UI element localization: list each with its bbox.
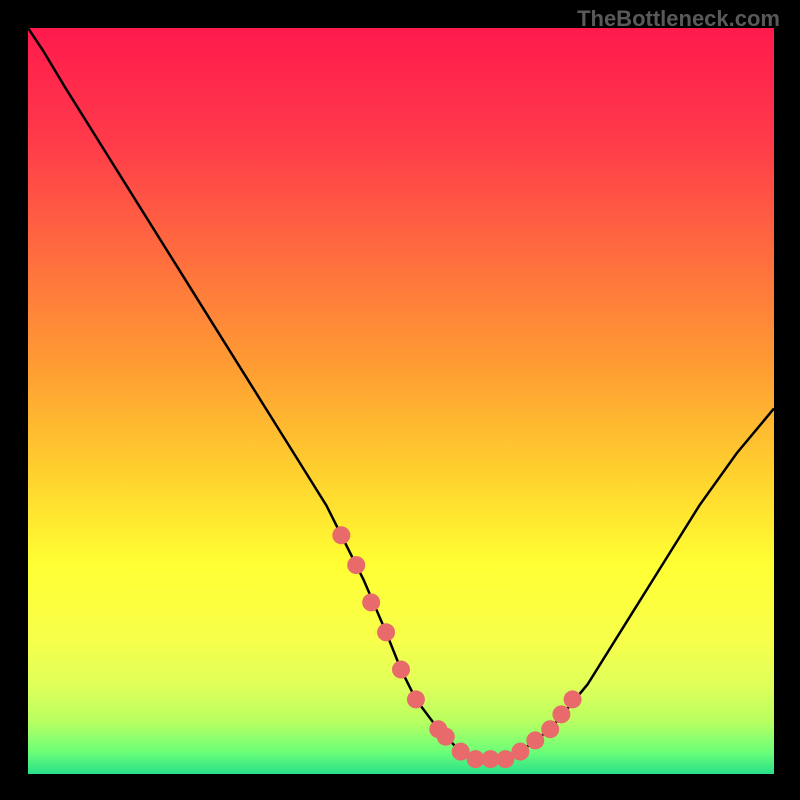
data-marker	[526, 731, 544, 749]
data-marker	[541, 720, 559, 738]
data-marker	[347, 556, 365, 574]
chart-svg	[28, 28, 774, 774]
data-marker	[407, 690, 425, 708]
data-marker	[377, 623, 395, 641]
data-marker	[392, 661, 410, 679]
watermark-text: TheBottleneck.com	[577, 6, 780, 32]
chart-plot-area	[28, 28, 774, 774]
data-marker	[552, 705, 570, 723]
data-marker	[332, 526, 350, 544]
data-marker	[511, 743, 529, 761]
data-marker	[362, 593, 380, 611]
data-marker	[564, 690, 582, 708]
data-marker	[437, 728, 455, 746]
